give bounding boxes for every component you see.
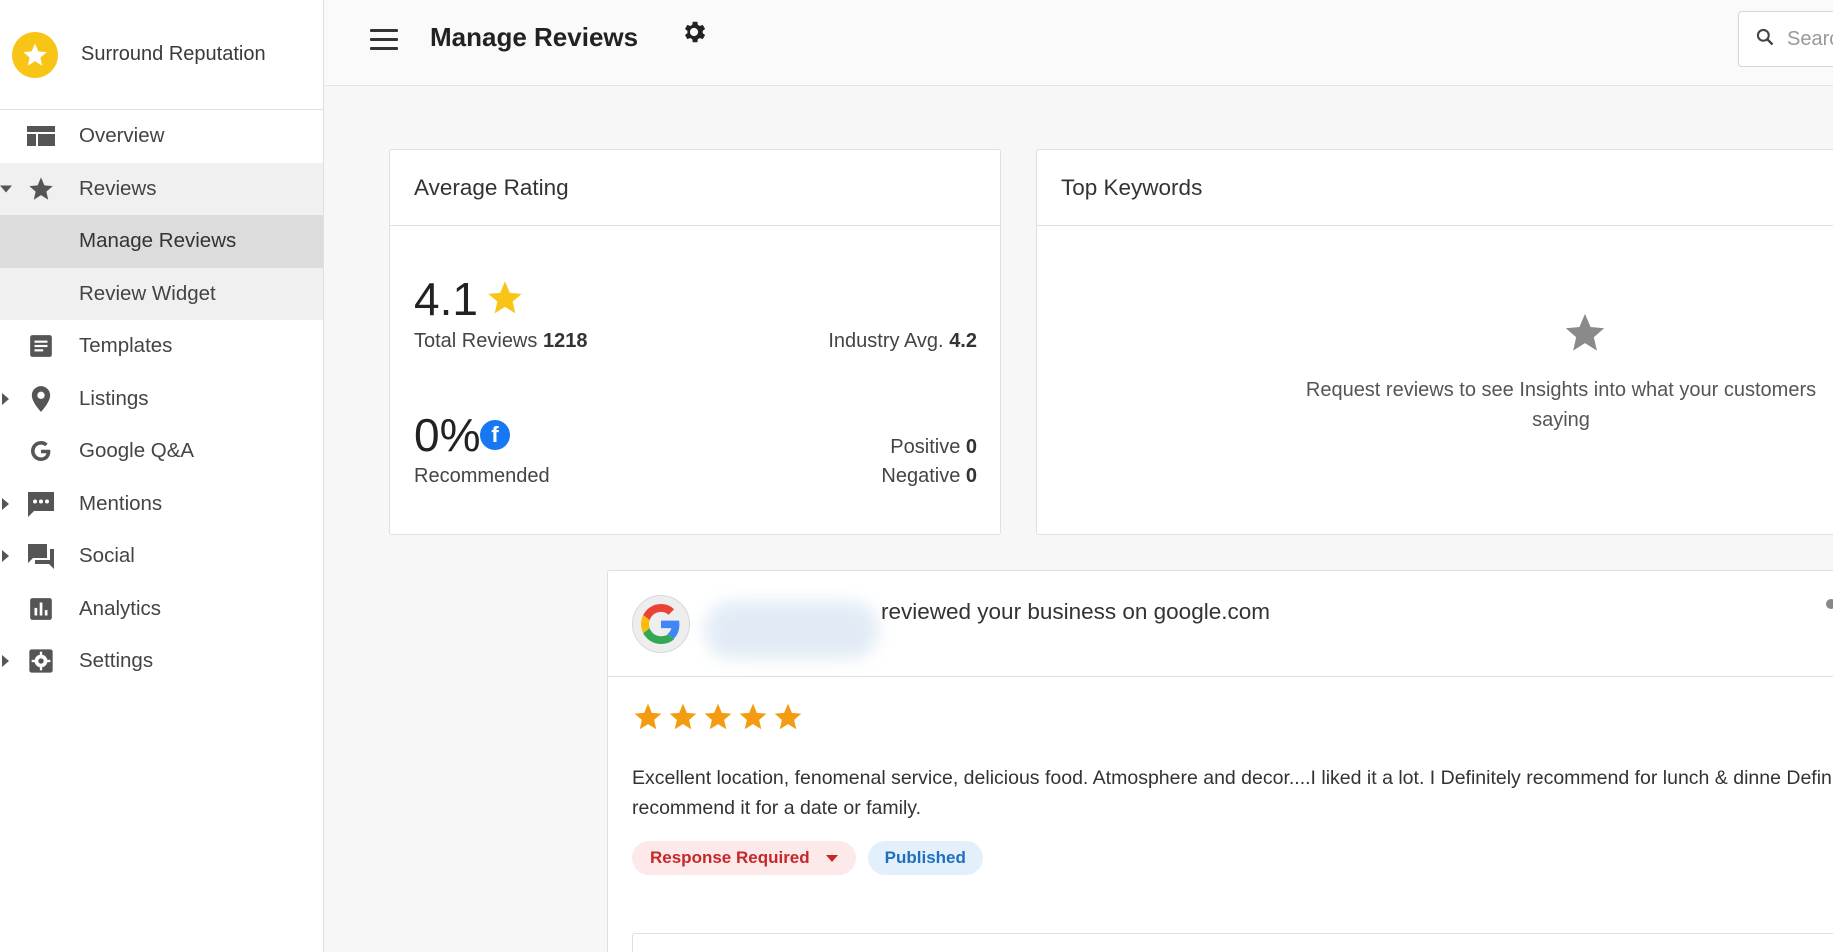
search-icon	[1755, 27, 1775, 52]
sidebar-item-label: Listings	[79, 386, 149, 410]
bar-chart-icon	[26, 594, 56, 624]
review-source-text: reviewed your business on google.com	[881, 599, 1270, 624]
share-icon[interactable]	[1826, 599, 1833, 609]
star-icon	[634, 703, 662, 730]
sidebar-item-social[interactable]: Social	[0, 530, 323, 583]
response-required-dropdown[interactable]: Response Required	[632, 841, 856, 875]
sidebar-item-label: Reviews	[79, 176, 157, 200]
sidebar-item-analytics[interactable]: Analytics	[0, 583, 323, 636]
chevron-right-icon	[2, 497, 9, 510]
location-pin-icon	[26, 384, 56, 414]
settings-icon	[26, 646, 56, 676]
sidebar-item-google-qa[interactable]: Google Q&A	[0, 425, 323, 478]
sidebar-item-review-widget[interactable]: Review Widget	[0, 267, 323, 320]
positive-value: 0	[965, 436, 977, 458]
sidebar-item-label: Manage Reviews	[79, 229, 237, 253]
industry-average-value: 4.2	[949, 330, 977, 352]
review-stars	[632, 701, 804, 733]
google-logo-icon	[632, 595, 690, 653]
sidebar-item-label: Review Widget	[79, 281, 216, 305]
dashboard-icon	[26, 121, 56, 151]
reviewer-name-blurred	[704, 601, 879, 659]
industry-average: Industry Avg. 4.2	[828, 330, 977, 353]
star-icon	[669, 703, 697, 730]
sidebar-item-reviews[interactable]: Reviews	[0, 162, 323, 215]
review-tags: Response Required Published	[632, 841, 983, 875]
negative-value: 0	[965, 465, 977, 487]
chevron-right-icon	[2, 392, 9, 405]
keywords-empty-message: Request reviews to see Insights into wha…	[1305, 379, 1817, 431]
published-badge: Published	[867, 841, 983, 875]
average-rating-card: Average Rating 4.1 Total Reviews 1218 In…	[389, 149, 1001, 535]
search-input[interactable]	[1787, 27, 1833, 51]
industry-average-label: Industry Avg.	[828, 330, 944, 352]
sidebar-item-label: Google Q&A	[79, 439, 195, 463]
card-title: Average Rating	[390, 150, 1000, 226]
review-card: reviewed your business on google.com Exc…	[607, 570, 1833, 952]
review-text: Excellent location, fenomenal service, d…	[632, 767, 1833, 819]
sidebar-item-label: Analytics	[79, 596, 162, 620]
star-icon	[485, 278, 525, 323]
facebook-icon: f	[480, 420, 510, 450]
review-header: reviewed your business on google.com	[608, 571, 1833, 677]
top-bar: Manage Reviews	[325, 0, 1833, 86]
star-icon	[739, 703, 767, 730]
sidebar-item-label: Templates	[79, 334, 173, 358]
star-icon	[774, 703, 802, 730]
sidebar-nav: Overview Reviews Manage Reviews Review W…	[0, 110, 323, 688]
total-reviews-label: Total Reviews	[414, 330, 538, 352]
sidebar-item-label: Mentions	[79, 491, 163, 515]
menu-icon[interactable]	[370, 29, 398, 51]
recommended-percent: 0%	[414, 409, 481, 461]
brand-star-logo-icon	[12, 31, 58, 78]
sidebar-item-label: Settings	[79, 649, 154, 673]
published-label: Published	[884, 848, 966, 867]
forum-icon	[26, 541, 56, 571]
total-reviews: Total Reviews 1218	[414, 330, 587, 353]
sidebar-item-settings[interactable]: Settings	[0, 635, 323, 688]
positive-count: Positive 0	[890, 436, 977, 459]
chevron-down-icon	[0, 185, 12, 193]
google-icon	[26, 436, 56, 466]
chevron-right-icon	[2, 550, 9, 563]
sidebar-item-manage-reviews[interactable]: Manage Reviews	[0, 215, 323, 268]
star-icon	[26, 174, 56, 204]
search-box[interactable]	[1738, 11, 1833, 67]
card-title: Top Keywords	[1037, 150, 1833, 226]
top-keywords-card: Top Keywords Request reviews to see Insi…	[1036, 149, 1833, 535]
sidebar-item-mentions[interactable]: Mentions	[0, 478, 323, 531]
page-title: Manage Reviews	[430, 22, 639, 52]
status-label: Response Required	[650, 848, 810, 867]
star-icon	[1562, 310, 1608, 361]
positive-label: Positive	[890, 436, 961, 458]
negative-label: Negative	[881, 465, 961, 487]
reply-box[interactable]	[632, 933, 1833, 952]
negative-count: Negative 0	[881, 465, 977, 488]
star-icon	[704, 703, 732, 730]
total-reviews-value: 1218	[542, 330, 588, 352]
sidebar-item-label: Social	[79, 544, 135, 568]
recommended-label: Recommended	[414, 465, 550, 487]
gear-icon[interactable]	[680, 18, 708, 46]
sidebar-item-label: Overview	[79, 124, 165, 148]
chat-icon	[26, 489, 56, 519]
brand[interactable]: Surround Reputation	[0, 0, 323, 110]
sidebar-item-templates[interactable]: Templates	[0, 320, 323, 373]
brand-name: Surround Reputation	[81, 43, 266, 65]
caret-down-icon	[825, 854, 838, 862]
sidebar: Surround Reputation Overview Reviews Man…	[0, 0, 324, 952]
chevron-right-icon	[2, 655, 9, 668]
sidebar-item-listings[interactable]: Listings	[0, 373, 323, 426]
sidebar-item-overview[interactable]: Overview	[0, 110, 323, 163]
document-icon	[26, 331, 56, 361]
average-rating-value: 4.1	[414, 273, 478, 325]
